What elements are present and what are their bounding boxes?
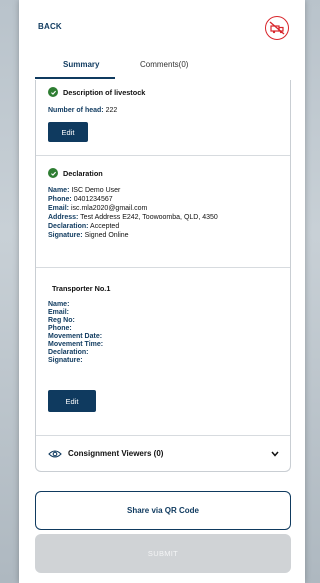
transporter-date-label: Movement Date: bbox=[48, 333, 103, 340]
transporter-time-row: Movement Time: bbox=[48, 341, 103, 348]
edit-transporter-button[interactable]: Edit bbox=[48, 390, 96, 412]
transporter-name-label: Name: bbox=[48, 301, 70, 308]
transporter-time-label: Movement Time: bbox=[48, 341, 104, 348]
declaration-email-label: Email: bbox=[48, 205, 70, 212]
declaration-status-row: Declaration: Accepted bbox=[48, 223, 119, 230]
number-of-head-row: Number of head: 222 bbox=[48, 107, 117, 114]
declaration-signature-label: Signature: bbox=[48, 232, 83, 239]
livestock-title: Description of livestock bbox=[63, 88, 146, 97]
transporter-name-row: Name: bbox=[48, 301, 69, 308]
number-of-head-value: 222 bbox=[105, 107, 118, 114]
transporter-declaration-row: Declaration: bbox=[48, 349, 88, 356]
transporter-phone-row: Phone: bbox=[48, 325, 72, 332]
back-link[interactable]: BACK bbox=[38, 22, 62, 31]
declaration-address-label: Address: bbox=[48, 214, 79, 221]
declaration-section: Declaration Name: ISC Demo User Phone: 0… bbox=[36, 156, 290, 268]
transporter-title: Transporter No.1 bbox=[52, 284, 111, 293]
transporter-email-label: Email: bbox=[48, 309, 70, 316]
declaration-name-value: ISC Demo User bbox=[71, 187, 121, 194]
transporter-signature-label: Signature: bbox=[48, 357, 83, 364]
tab-comments[interactable]: Comments(0) bbox=[140, 60, 188, 69]
check-circle-icon bbox=[48, 87, 58, 97]
declaration-phone-value: 0401234567 bbox=[73, 196, 113, 203]
declaration-title: Declaration bbox=[63, 169, 103, 178]
transporter-signature-row: Signature: bbox=[48, 357, 83, 364]
transporter-phone-label: Phone: bbox=[48, 325, 72, 332]
no-truck-logo-icon bbox=[265, 16, 289, 40]
summary-card: Description of livestock Number of head:… bbox=[35, 80, 291, 472]
declaration-signature-row: Signature: Signed Online bbox=[48, 232, 129, 239]
chevron-down-icon[interactable] bbox=[271, 451, 279, 457]
phone-screen: BACK Summary Comments(0) Description of … bbox=[19, 0, 305, 583]
tab-bar: Summary Comments(0) bbox=[19, 56, 305, 80]
consignment-viewers-label: Consignment Viewers (0) bbox=[68, 449, 164, 458]
declaration-address-value: Test Address E242, Toowoomba, QLD, 4350 bbox=[80, 214, 218, 221]
transporter-declaration-label: Declaration: bbox=[48, 349, 89, 356]
declaration-email-row: Email: isc.mla2020@gmail.com bbox=[48, 205, 147, 212]
transporter-reg-row: Reg No: bbox=[48, 317, 75, 324]
top-bar: BACK bbox=[19, 0, 305, 56]
eye-icon bbox=[48, 450, 62, 458]
declaration-name-label: Name: bbox=[48, 187, 70, 194]
tab-summary[interactable]: Summary bbox=[63, 60, 99, 69]
submit-button[interactable]: SUBMIT bbox=[35, 534, 291, 573]
transporter-date-row: Movement Date: bbox=[48, 333, 102, 340]
transporter-email-row: Email: bbox=[48, 309, 69, 316]
declaration-address-row: Address: Test Address E242, Toowoomba, Q… bbox=[48, 214, 218, 221]
declaration-signature-value: Signed Online bbox=[84, 232, 129, 239]
declaration-phone-label: Phone: bbox=[48, 196, 72, 203]
declaration-phone-row: Phone: 0401234567 bbox=[48, 196, 113, 203]
transporter-section: Transporter No.1 Name: Email: Reg No: Ph… bbox=[36, 268, 290, 436]
check-circle-icon bbox=[48, 168, 58, 178]
declaration-status-value: Accepted bbox=[90, 223, 120, 230]
declaration-name-row: Name: ISC Demo User bbox=[48, 187, 120, 194]
number-of-head-label: Number of head: bbox=[48, 107, 104, 114]
livestock-section: Description of livestock Number of head:… bbox=[36, 80, 290, 156]
consignment-viewers-toggle[interactable]: Consignment Viewers (0) bbox=[36, 436, 290, 471]
share-qr-button[interactable]: Share via QR Code bbox=[35, 491, 291, 530]
declaration-email-value: isc.mla2020@gmail.com bbox=[70, 205, 148, 212]
transporter-reg-label: Reg No: bbox=[48, 317, 75, 324]
declaration-status-label: Declaration: bbox=[48, 223, 89, 230]
active-tab-indicator bbox=[35, 77, 115, 79]
edit-livestock-button[interactable]: Edit bbox=[48, 122, 88, 142]
